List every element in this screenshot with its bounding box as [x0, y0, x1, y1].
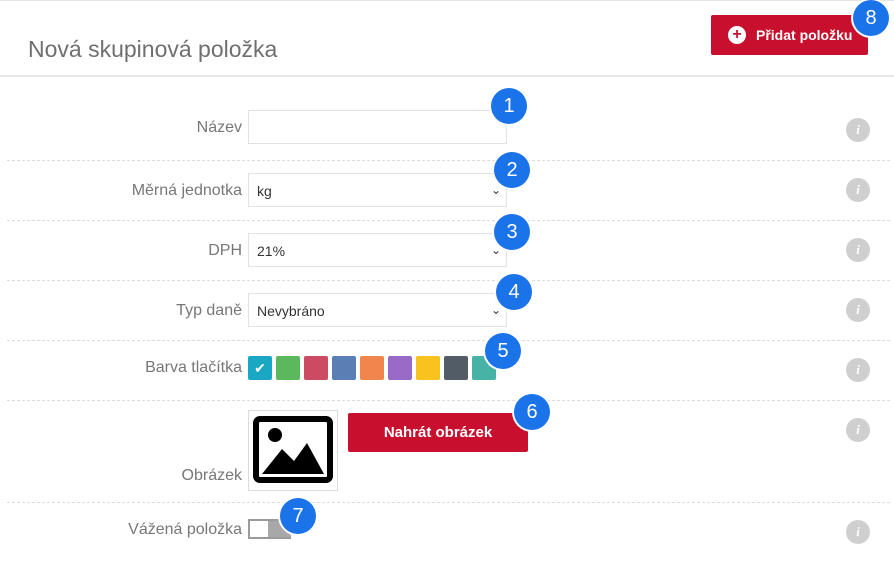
vat-selected-value: 21%: [257, 243, 286, 259]
header: Nová skupinová položka + Přidat položku: [0, 1, 894, 77]
chevron-down-icon: ⌄: [490, 183, 501, 197]
add-item-button[interactable]: + Přidat položku: [711, 15, 868, 55]
image-label: Obrázek: [181, 467, 242, 484]
color-swatch-4[interactable]: [332, 356, 356, 380]
badge-8: 8: [853, 0, 889, 36]
weighted-label: Vážená položka: [128, 521, 242, 538]
name-input[interactable]: [249, 111, 506, 143]
color-swatch-8[interactable]: [444, 356, 468, 380]
tax-type-select[interactable]: Nevybráno ⌄: [248, 293, 507, 327]
unit-label: Měrná jednotka: [131, 182, 242, 199]
info-icon-tax-type[interactable]: i: [846, 298, 870, 322]
badge-2: 2: [494, 152, 530, 188]
vat-select[interactable]: 21% ⌄: [248, 233, 507, 267]
badge-3: 3: [494, 214, 530, 250]
plus-circle-icon: +: [728, 26, 746, 44]
toggle-knob: [250, 521, 268, 537]
unit-select[interactable]: kg ⌄: [248, 173, 507, 207]
chevron-down-icon: ⌄: [490, 303, 501, 317]
name-label: Název: [196, 119, 242, 136]
info-icon-name[interactable]: i: [846, 118, 870, 142]
color-swatch-1[interactable]: ✔: [248, 356, 272, 380]
tax-type-selected-value: Nevybráno: [257, 303, 325, 319]
add-item-button-label: Přidat položku: [756, 27, 853, 43]
color-swatch-7[interactable]: [416, 356, 440, 380]
upload-image-button[interactable]: Nahrát obrázek: [348, 413, 528, 452]
color-swatch-2[interactable]: [276, 356, 300, 380]
tax-type-label: Typ daně: [176, 302, 242, 319]
button-color-label: Barva tlačítka: [145, 359, 242, 376]
unit-selected-value: kg: [257, 183, 272, 199]
badge-1: 1: [491, 88, 527, 124]
page-title: Nová skupinová položka: [28, 36, 278, 62]
badge-7: 7: [280, 498, 316, 534]
info-icon-weighted[interactable]: i: [846, 520, 870, 544]
info-icon-image[interactable]: i: [846, 418, 870, 442]
color-swatch-6[interactable]: [388, 356, 412, 380]
badge-4: 4: [496, 274, 532, 310]
badge-6: 6: [514, 394, 550, 430]
image-placeholder-icon: [253, 416, 333, 483]
page: Nová skupinová položka + Přidat položku …: [0, 0, 894, 571]
name-field[interactable]: [248, 110, 507, 144]
color-swatch-3[interactable]: [304, 356, 328, 380]
color-swatch-5[interactable]: [360, 356, 384, 380]
info-icon-button-color[interactable]: i: [846, 358, 870, 382]
badge-5: 5: [485, 333, 521, 369]
vat-label: DPH: [208, 242, 242, 259]
check-icon: ✔: [254, 359, 266, 376]
image-preview[interactable]: [248, 410, 338, 491]
info-icon-unit[interactable]: i: [846, 178, 870, 202]
info-icon-vat[interactable]: i: [846, 238, 870, 262]
